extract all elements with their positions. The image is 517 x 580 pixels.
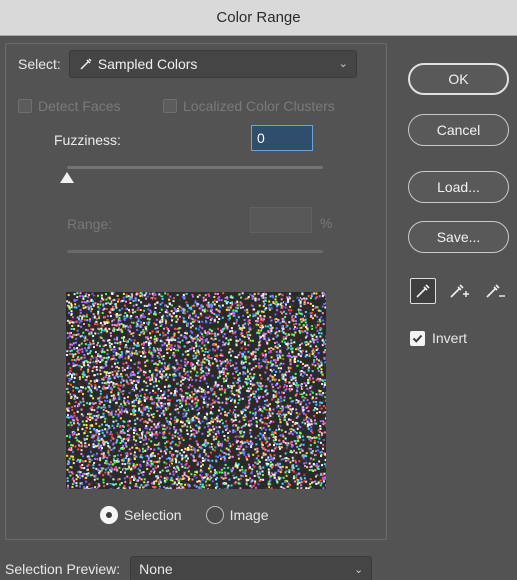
window-title: Color Range <box>0 0 517 36</box>
chevron-down-icon: ⌄ <box>353 564 364 576</box>
eyedropper-minus-icon[interactable] <box>482 278 508 304</box>
localized-clusters-option[interactable]: Localized Color Clusters <box>163 98 335 114</box>
range-label: Range: <box>67 216 113 232</box>
detect-faces-checkbox[interactable] <box>18 99 32 113</box>
fuzziness-input[interactable] <box>251 125 313 151</box>
check-icon <box>412 334 423 343</box>
ok-button[interactable]: OK <box>408 63 509 95</box>
load-button[interactable]: Load... <box>408 171 509 203</box>
noise-preview-graphic <box>66 292 326 489</box>
select-value: Sampled Colors <box>97 56 198 72</box>
selection-radio[interactable] <box>100 506 118 524</box>
fuzziness-slider-track[interactable] <box>67 166 323 169</box>
selection-preview-image <box>66 292 326 489</box>
selection-preview-dropdown[interactable]: None ⌄ <box>130 556 373 580</box>
select-row: Select: Sampled Colors ⌄ <box>18 50 363 78</box>
selection-preview-row: Selection Preview: None ⌄ <box>5 556 373 580</box>
preview-mode-group: Selection Image <box>100 506 269 524</box>
save-button[interactable]: Save... <box>408 221 509 253</box>
detect-faces-option[interactable]: Detect Faces <box>18 98 120 114</box>
image-radio[interactable] <box>205 506 224 524</box>
invert-checkbox[interactable] <box>410 330 425 346</box>
fuzziness-slider-thumb[interactable] <box>60 172 74 183</box>
eyedropper-tools <box>410 278 508 304</box>
eyedropper-plus-icon[interactable] <box>446 278 472 304</box>
fuzziness-label: Fuzziness: <box>54 132 121 148</box>
detect-faces-label: Detect Faces <box>38 98 121 114</box>
image-radio-label: Image <box>229 507 269 523</box>
selection-preview-value: None <box>139 561 173 577</box>
invert-label: Invert <box>432 330 468 346</box>
selection-radio-label: Selection <box>124 507 182 523</box>
localized-clusters-label: Localized Color Clusters <box>183 98 335 114</box>
eyedropper-icon <box>80 58 92 70</box>
range-input <box>250 207 312 233</box>
chevron-down-icon: ⌄ <box>338 58 348 70</box>
select-label: Select: <box>18 56 61 72</box>
eyedropper-icon[interactable] <box>410 278 436 304</box>
selection-preview-label: Selection Preview: <box>5 561 121 577</box>
cancel-button[interactable]: Cancel <box>408 114 509 146</box>
invert-option[interactable]: Invert <box>410 330 467 346</box>
select-dropdown[interactable]: Sampled Colors ⌄ <box>68 50 357 78</box>
range-unit: % <box>320 215 333 231</box>
localized-clusters-checkbox[interactable] <box>163 99 177 113</box>
range-slider-track <box>67 250 323 253</box>
